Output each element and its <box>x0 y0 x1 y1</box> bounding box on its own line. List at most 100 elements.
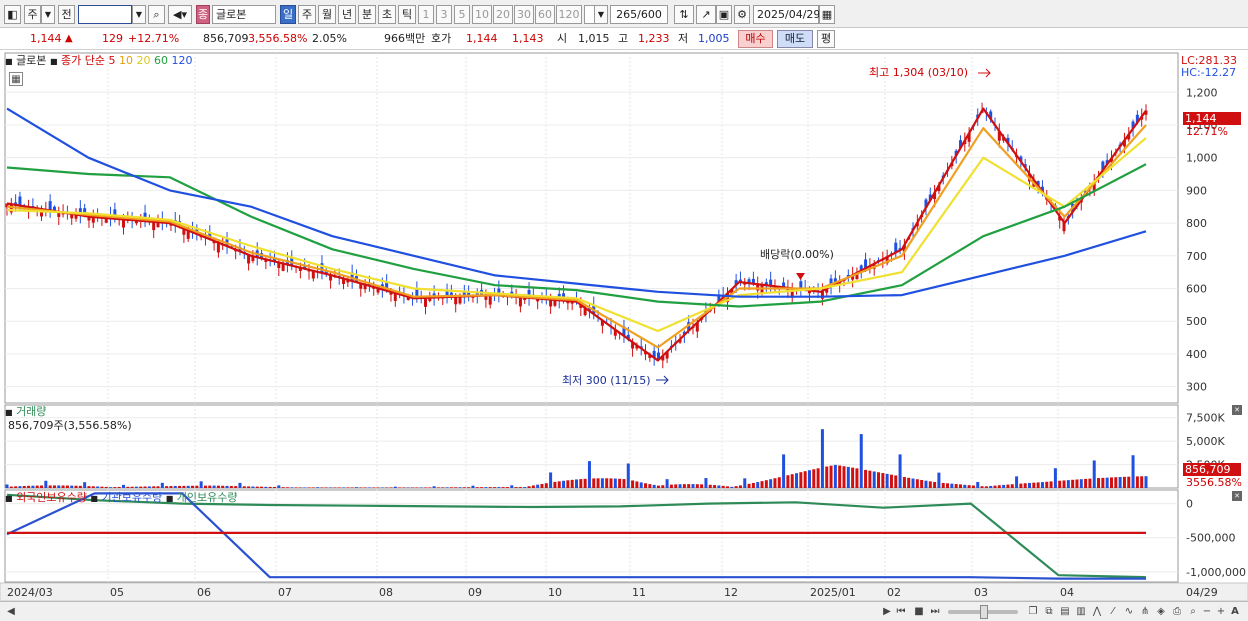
skip-start-icon[interactable]: ⏮ <box>894 605 908 619</box>
volume-bar <box>104 486 108 488</box>
magnify-icon[interactable]: ⌕ <box>1186 605 1200 619</box>
save-icon[interactable]: ▣ <box>716 5 732 24</box>
zoom-out-icon[interactable]: − <box>1200 605 1214 619</box>
volume-bar <box>367 487 371 488</box>
stop-icon[interactable]: ■ <box>912 605 926 619</box>
volume-bar <box>531 485 535 488</box>
skip-end-icon[interactable]: ⏭ <box>928 605 942 619</box>
volume-bar <box>713 485 717 488</box>
volume-last-tag: 856,709 <box>1183 463 1241 476</box>
window-icon[interactable]: ❐ <box>1026 605 1040 619</box>
volume-bar <box>566 480 570 488</box>
period-second-button[interactable]: 초 <box>378 5 396 24</box>
volume-bar <box>238 482 242 488</box>
prev-button[interactable]: 전 <box>58 5 75 24</box>
stock-name-field[interactable]: 글로본 <box>212 5 276 24</box>
price-tick-label: 600 <box>1186 283 1207 296</box>
scroll-left-icon[interactable]: ◀ <box>4 605 18 619</box>
fibo-icon[interactable]: ⋔ <box>1138 605 1152 619</box>
palette-icon[interactable]: ◈ <box>1154 605 1168 619</box>
volume-bar <box>1127 476 1131 488</box>
search-icon[interactable]: ⌕ <box>148 5 165 24</box>
view-count-field[interactable]: 265/600 <box>610 5 668 24</box>
volume-bar <box>449 487 453 488</box>
candle-type-icon[interactable]: ⇅ <box>674 5 694 24</box>
chart-type-icon[interactable]: ▥ <box>1074 605 1088 619</box>
volume-bar <box>928 481 932 488</box>
date-input[interactable]: 2025/04/29 <box>753 5 820 24</box>
interval-60-button[interactable]: 60 <box>535 5 555 24</box>
close-icon[interactable]: ✕ <box>1232 405 1242 415</box>
zoom-in-icon[interactable]: + <box>1214 605 1228 619</box>
open-label: 시 <box>557 32 568 45</box>
layers-icon[interactable]: ▤ <box>1058 605 1072 619</box>
period-year-button[interactable]: 년 <box>338 5 356 24</box>
interval-30-button[interactable]: 30 <box>514 5 534 24</box>
period-week-button[interactable]: 주 <box>298 5 316 24</box>
custom-interval-dropdown-icon[interactable]: ▼ <box>594 5 608 24</box>
interval-1-button[interactable]: 1 <box>418 5 434 24</box>
period-month-button[interactable]: 월 <box>318 5 336 24</box>
volume-bar <box>96 486 100 488</box>
volume-bar <box>195 485 199 488</box>
grid-toggle-icon[interactable]: ▦ <box>9 72 23 86</box>
code-tab[interactable]: 주 <box>24 5 41 24</box>
volume-bar <box>1019 483 1023 488</box>
period-minute-button[interactable]: 분 <box>358 5 376 24</box>
interval-3-button[interactable]: 3 <box>436 5 452 24</box>
calendar-icon[interactable]: ▦ <box>819 5 835 24</box>
chevron-down-icon[interactable]: ▼ <box>41 5 55 24</box>
price-panel-header: ■ 글로본 ■ 종가 단순 5 10 20 60 120 <box>5 54 192 68</box>
speaker-icon[interactable]: ◀▾ <box>168 5 192 24</box>
scroll-right-icon[interactable]: ▶ <box>880 605 894 619</box>
auto-scale-icon[interactable]: A <box>1228 605 1242 619</box>
foreign-holdings-label: 외국인보유수량 <box>16 491 87 504</box>
interval-120-button[interactable]: 120 <box>556 5 582 24</box>
volume-bar <box>665 479 669 488</box>
volume-bar <box>859 434 863 488</box>
trend-icon[interactable]: ∿ <box>1122 605 1136 619</box>
sell-button[interactable]: 매도 <box>777 30 813 48</box>
bid-price-2: 1,143 <box>512 32 544 45</box>
bid-label: 호가 <box>431 32 452 45</box>
interval-20-button[interactable]: 20 <box>493 5 513 24</box>
code-dropdown-icon[interactable]: ▼ <box>132 5 146 24</box>
interval-10-button[interactable]: 10 <box>472 5 492 24</box>
volume-bar <box>1122 476 1126 488</box>
price-tick-label: 400 <box>1186 348 1207 361</box>
zoom-slider-thumb[interactable] <box>980 605 988 619</box>
volume-bar <box>143 486 147 488</box>
volume-bar <box>337 487 341 488</box>
volume-bar <box>109 487 113 488</box>
volume-bar <box>820 429 824 488</box>
eval-button[interactable]: 평 <box>817 30 835 48</box>
x-tick-label: 05 <box>110 586 124 599</box>
interval-5-button[interactable]: 5 <box>454 5 470 24</box>
stock-code-input[interactable]: 019660 <box>78 5 132 24</box>
last-pct-tag: 12.71% <box>1186 125 1228 138</box>
volume-bar <box>1045 481 1049 488</box>
panel-marker-icon: ■ <box>90 494 98 503</box>
volume-bar <box>363 487 367 488</box>
volume-bar <box>1036 482 1040 488</box>
x-tick-label-last: 04/29 <box>1186 586 1218 599</box>
chart-canvas[interactable]: 2024/03 05 06 07 08 09 10 11 12 2025/01 02 03 04 04/2… <box>0 50 1248 601</box>
period-tick-button[interactable]: 틱 <box>398 5 416 24</box>
print-icon[interactable]: ⎙ <box>1170 605 1184 619</box>
indicator-icon[interactable]: ⋀ <box>1090 605 1104 619</box>
gear-icon[interactable]: ⚙ <box>734 5 750 24</box>
volume-bar <box>113 487 117 488</box>
close-icon[interactable]: ✕ <box>1232 491 1242 501</box>
draw-tool-icon[interactable]: ↗ <box>696 5 716 24</box>
buy-button[interactable]: 매수 <box>738 30 773 48</box>
volume-bar <box>747 483 751 488</box>
copy-icon[interactable]: ⧉ <box>1042 605 1056 619</box>
volume-bar <box>458 487 462 488</box>
period-day-button[interactable]: 일 <box>280 5 296 24</box>
candle-body <box>488 295 492 305</box>
volume-bar <box>9 486 13 488</box>
layout-icon[interactable]: ◧ <box>4 5 21 24</box>
volume-panel-header: ■ 거래량 <box>5 405 46 419</box>
volume-bar <box>756 482 760 488</box>
line-tool-icon[interactable]: ⁄ <box>1106 605 1120 619</box>
